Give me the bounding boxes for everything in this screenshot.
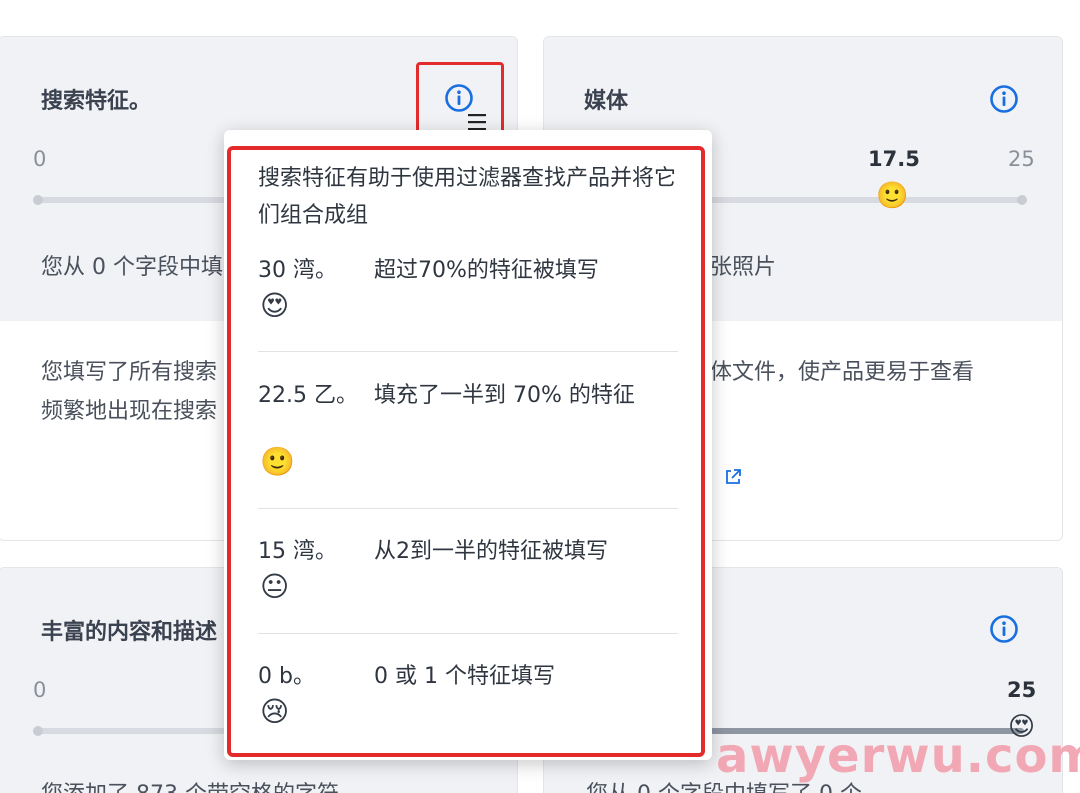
search-features-subtitle: 您从 0 个字段中填 [41,255,223,280]
popover-row-text: 从2到一半的特征被填写 [374,539,608,564]
search-features-slider-track [37,197,237,203]
popover-divider [258,508,678,509]
popover-row-emoji: 😐 [260,570,290,603]
popover-row-score: 15 湾。 [258,539,337,564]
media-subtitle: 张照片 [710,255,777,280]
external-link-icon[interactable] [724,468,742,486]
popover-row-score: 30 湾。 [258,258,337,283]
search-features-title: 搜索特征。 [41,89,152,114]
popover-row-emoji: 😢 [260,695,290,728]
popover-divider [258,633,678,634]
popover-row-text: 填充了一半到 70% 的特征 [374,383,635,408]
search-features-body-line1: 您填写了所有搜索 [41,360,218,385]
media-current-value: 17.5 [868,147,920,171]
fourth-current-value: 25 [1007,678,1037,702]
rich-content-slider-track [37,728,237,734]
info-circle-icon[interactable] [989,84,1019,114]
popover-divider [258,351,678,352]
search-features-scale-min: 0 [33,147,47,171]
rich-content-title: 丰富的内容和描述 [41,620,218,645]
rich-content-scale-min: 0 [33,678,47,702]
rich-content-subtitle: 您添加了 873 个带空格的字符 [41,776,339,793]
popover-row-text: 超过70%的特征被填写 [374,258,599,283]
watermark: awyerwu.com [716,728,1080,784]
media-slider-track [710,197,1024,203]
popover-row-emoji: 😍 [260,289,290,322]
media-scale-max: 25 [1008,147,1035,171]
rich-content-slider-start [33,726,43,736]
media-title: 媒体 [584,89,629,114]
popover-row-score: 0 b。 [258,664,315,689]
media-slider-thumb-emoji[interactable]: 🙂 [876,183,908,209]
info-circle-icon[interactable] [989,614,1019,644]
search-features-slider-start [33,195,43,205]
popover-row-text: 0 或 1 个特征填写 [374,664,555,689]
popover-row-score: 22.5 乙。 [258,383,358,408]
search-features-body-line2: 频繁地出现在搜索 [41,399,218,424]
popover-row-emoji: 🙂 [260,445,295,478]
popover-description: 搜索特征有助于使用过滤器查找产品并将它们组合成组 [258,166,677,228]
info-circle-icon[interactable] [444,83,474,113]
search-features-popover: 搜索特征有助于使用过滤器查找产品并将它们组合成组 30 湾。 超过70%的特征被… [224,130,712,760]
menu-icon[interactable] [466,112,488,132]
media-slider-end [1017,195,1027,205]
media-body-line1: 体文件，使产品更易于查看 [710,360,975,385]
